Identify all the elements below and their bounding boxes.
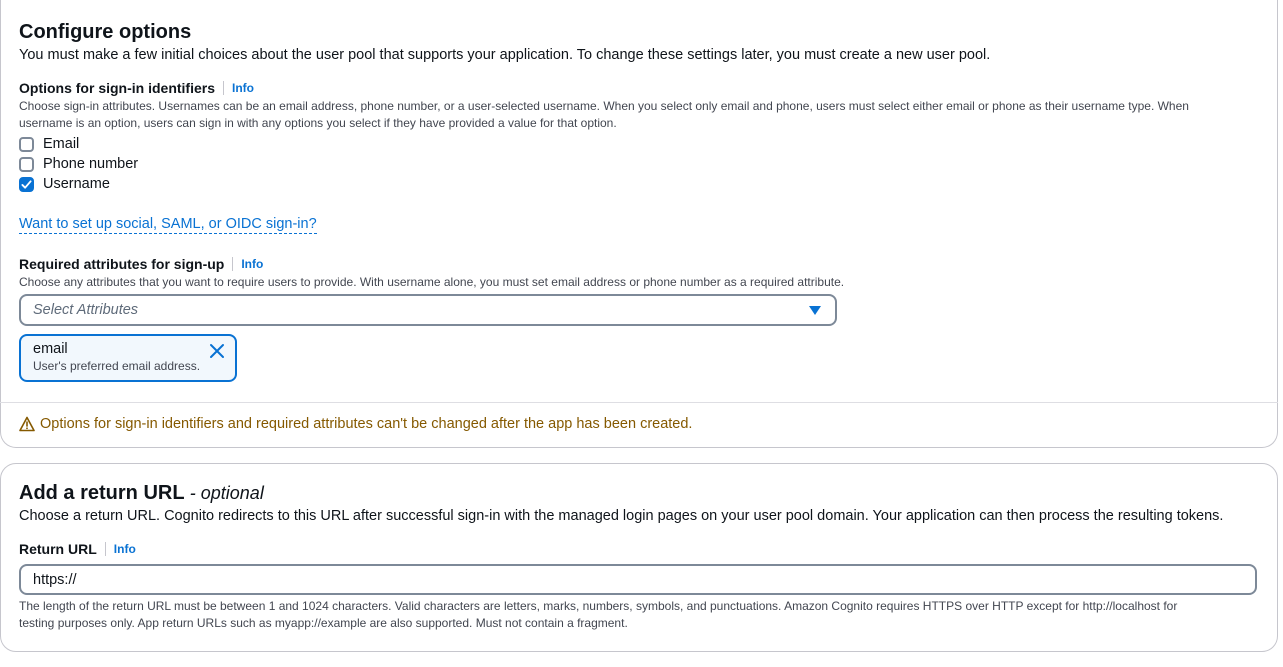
return-url-help-line-2: testing purposes only. App return URLs s…	[19, 616, 628, 630]
return-url-label: Return URL Info	[19, 541, 136, 557]
return-url-help-line-1: The length of the return URL must be bet…	[19, 599, 1178, 613]
return-url-description: Choose a return URL. Cognito redirects t…	[19, 508, 1224, 524]
phone-number-checkbox[interactable]	[19, 156, 34, 172]
email-checkbox-label: Email	[43, 136, 80, 152]
optional-suffix: - optional	[189, 483, 264, 503]
signin-help-line-1: Choose sign-in attributes. Usernames can…	[19, 99, 1189, 113]
email-attribute-token: email User's preferred email address.	[19, 334, 237, 382]
label-separator	[104, 542, 106, 556]
configure-options-title: Configure options	[19, 21, 192, 43]
select-attributes-dropdown[interactable]: Select Attributes	[19, 294, 837, 326]
signin-identifiers-label: Options for sign-in identifiers Info	[19, 80, 254, 96]
warning-message: Options for sign-in identifiers and requ…	[19, 416, 692, 432]
signin-info-link[interactable]: Info	[232, 81, 254, 95]
configure-options-description: You must make a few initial choices abou…	[19, 47, 991, 63]
checkmark-icon	[21, 179, 32, 189]
label-separator	[223, 81, 224, 95]
required-attributes-label-text: Required attributes for sign-up	[19, 256, 225, 272]
signin-help-line-2: username is an option, users can sign in…	[19, 116, 617, 130]
signin-identifiers-label-text: Options for sign-in identifiers	[19, 80, 215, 96]
return-url-info-link[interactable]: Info	[114, 542, 136, 556]
email-checkbox[interactable]	[19, 136, 34, 152]
return-url-value: https://	[33, 571, 77, 588]
label-separator	[232, 257, 234, 271]
username-checkbox-row[interactable]: Username	[19, 176, 110, 192]
social-saml-oidc-link[interactable]: Want to set up social, SAML, or OIDC sig…	[19, 216, 317, 234]
warning-icon	[19, 416, 35, 432]
select-attributes-placeholder: Select Attributes	[33, 302, 139, 318]
return-url-input[interactable]: https://	[19, 564, 1257, 595]
close-icon[interactable]	[209, 343, 225, 359]
phone-checkbox-label: Phone number	[43, 156, 139, 172]
phone-checkbox-row[interactable]: Phone number	[19, 156, 138, 172]
required-attributes-label: Required attributes for sign-up Info	[19, 256, 263, 272]
token-description: User's preferred email address.	[33, 359, 201, 373]
required-attributes-help: Choose any attributes that you want to r…	[19, 275, 845, 289]
email-checkbox-row[interactable]: Email	[19, 136, 79, 152]
return-url-label-text: Return URL	[19, 541, 97, 557]
warning-text: Options for sign-in identifiers and requ…	[40, 416, 693, 432]
username-checkbox-label: Username	[43, 176, 110, 192]
username-checkbox[interactable]	[19, 176, 34, 192]
return-url-title-text: Add a return URL	[19, 482, 185, 504]
required-info-link[interactable]: Info	[241, 257, 263, 271]
caret-down-icon	[809, 306, 821, 315]
return-url-title: Add a return URL - optional	[19, 482, 264, 505]
token-name: email	[33, 341, 68, 357]
section-divider	[0, 402, 1278, 403]
